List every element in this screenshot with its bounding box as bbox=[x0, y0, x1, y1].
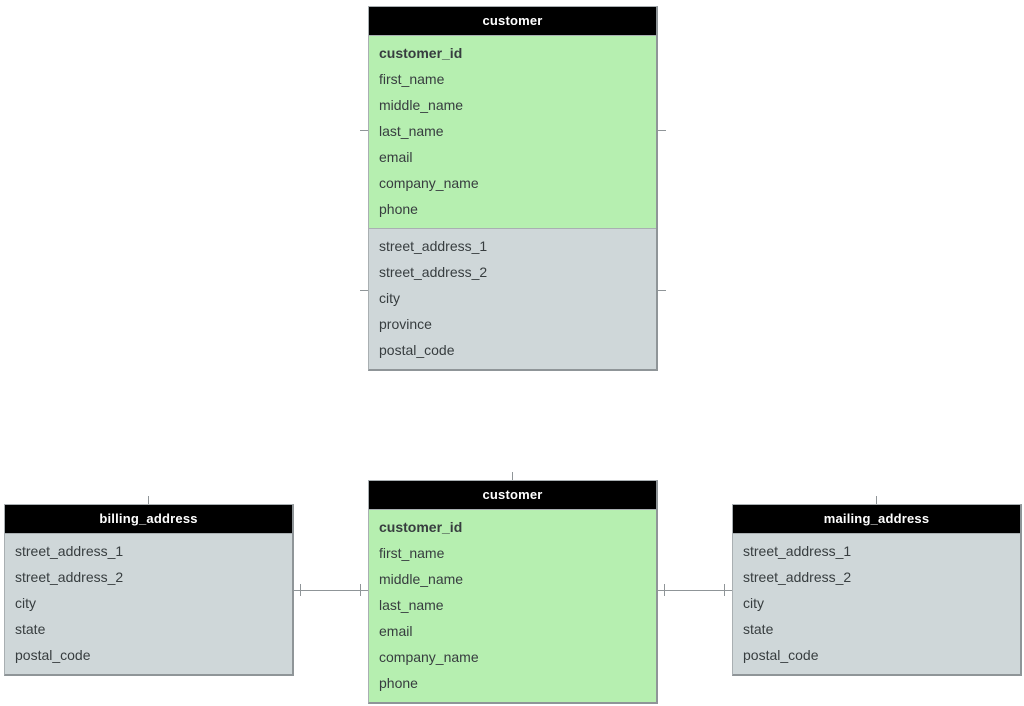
field-middle-name: middle_name bbox=[369, 92, 656, 118]
connector-line bbox=[360, 130, 368, 131]
field-state: state bbox=[733, 616, 1020, 642]
connector-line bbox=[658, 290, 666, 291]
field-first-name: first_name bbox=[369, 540, 656, 566]
connector-tick bbox=[512, 472, 513, 480]
entity-section: street_address_1 street_address_2 city s… bbox=[5, 534, 292, 674]
field-street2: street_address_2 bbox=[369, 259, 656, 285]
field-company-name: company_name bbox=[369, 170, 656, 196]
entity-title: customer bbox=[369, 7, 656, 36]
field-street1: street_address_1 bbox=[5, 538, 292, 564]
connector-tick bbox=[148, 496, 149, 504]
entity-section-primary: customer_id first_name middle_name last_… bbox=[369, 510, 656, 702]
field-customer-id: customer_id bbox=[369, 40, 656, 66]
er-diagram: customer customer_id first_name middle_n… bbox=[0, 0, 1024, 706]
field-email: email bbox=[369, 618, 656, 644]
field-company-name: company_name bbox=[369, 644, 656, 670]
field-postal-code: postal_code bbox=[369, 337, 656, 363]
connector-line bbox=[360, 290, 368, 291]
field-city: city bbox=[733, 590, 1020, 616]
entity-title: customer bbox=[369, 481, 656, 510]
field-street1: street_address_1 bbox=[733, 538, 1020, 564]
connector-line bbox=[294, 590, 368, 591]
field-postal-code: postal_code bbox=[5, 642, 292, 668]
entity-title: mailing_address bbox=[733, 505, 1020, 534]
connector-tick bbox=[876, 496, 877, 504]
entity-customer-bottom: customer customer_id first_name middle_n… bbox=[368, 480, 658, 704]
field-middle-name: middle_name bbox=[369, 566, 656, 592]
entity-section-primary: customer_id first_name middle_name last_… bbox=[369, 36, 656, 228]
connector-line bbox=[658, 130, 666, 131]
field-street2: street_address_2 bbox=[733, 564, 1020, 590]
connector-tick bbox=[664, 584, 665, 596]
field-street2: street_address_2 bbox=[5, 564, 292, 590]
entity-section-secondary: street_address_1 street_address_2 city p… bbox=[369, 228, 656, 369]
field-last-name: last_name bbox=[369, 118, 656, 144]
field-postal-code: postal_code bbox=[733, 642, 1020, 668]
field-first-name: first_name bbox=[369, 66, 656, 92]
field-email: email bbox=[369, 144, 656, 170]
connector-tick bbox=[724, 584, 725, 596]
entity-section: street_address_1 street_address_2 city s… bbox=[733, 534, 1020, 674]
entity-billing-address: billing_address street_address_1 street_… bbox=[4, 504, 294, 676]
connector-tick bbox=[360, 584, 361, 596]
connector-tick bbox=[300, 584, 301, 596]
field-province: province bbox=[369, 311, 656, 337]
field-street1: street_address_1 bbox=[369, 233, 656, 259]
field-city: city bbox=[5, 590, 292, 616]
entity-customer-top: customer customer_id first_name middle_n… bbox=[368, 6, 658, 371]
field-customer-id: customer_id bbox=[369, 514, 656, 540]
entity-title: billing_address bbox=[5, 505, 292, 534]
field-last-name: last_name bbox=[369, 592, 656, 618]
field-phone: phone bbox=[369, 670, 656, 696]
field-phone: phone bbox=[369, 196, 656, 222]
entity-mailing-address: mailing_address street_address_1 street_… bbox=[732, 504, 1022, 676]
field-city: city bbox=[369, 285, 656, 311]
field-state: state bbox=[5, 616, 292, 642]
connector-line bbox=[658, 590, 732, 591]
